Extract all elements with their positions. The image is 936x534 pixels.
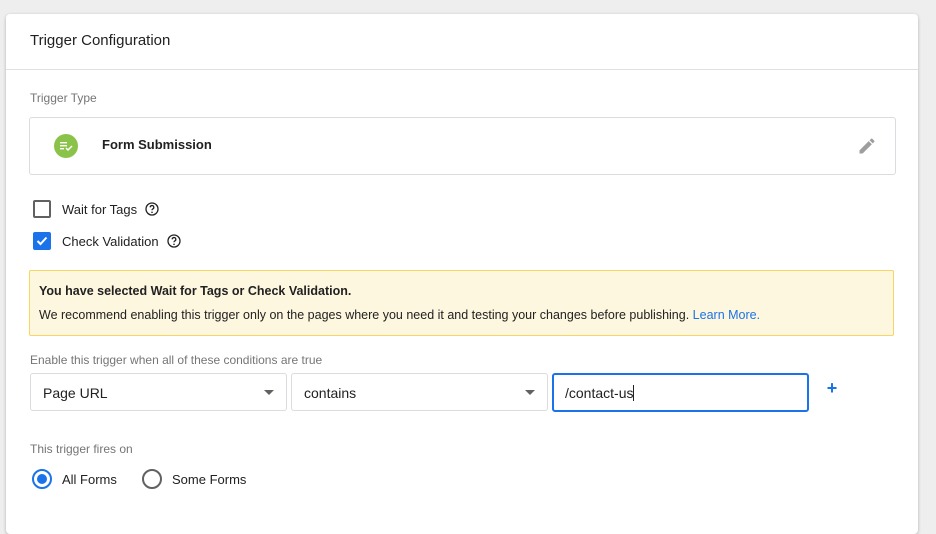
check-validation-checkbox[interactable] bbox=[33, 232, 51, 250]
page-title: Trigger Configuration bbox=[30, 32, 171, 49]
trigger-type-label: Trigger Type bbox=[30, 91, 97, 105]
variable-select-value: Page URL bbox=[43, 385, 108, 401]
operator-select[interactable]: contains bbox=[291, 373, 548, 411]
trigger-configuration-card: Trigger Configuration Trigger Type Form … bbox=[6, 14, 918, 534]
some-forms-label: Some Forms bbox=[172, 471, 247, 487]
wait-for-tags-option: Wait for Tags bbox=[33, 199, 159, 219]
form-submission-icon bbox=[54, 134, 78, 158]
trigger-type-selector[interactable]: Form Submission bbox=[29, 117, 896, 175]
help-icon[interactable] bbox=[166, 234, 181, 248]
all-forms-radio[interactable] bbox=[32, 469, 52, 489]
pencil-icon[interactable] bbox=[857, 136, 877, 156]
variable-select[interactable]: Page URL bbox=[30, 373, 287, 411]
wait-for-tags-label: Wait for Tags bbox=[62, 201, 138, 217]
warning-body: We recommend enabling this trigger only … bbox=[39, 308, 760, 322]
fires-on-label: This trigger fires on bbox=[30, 442, 133, 456]
condition-value-text: /contact-us bbox=[565, 385, 635, 401]
text-caret bbox=[633, 385, 635, 401]
chevron-down-icon bbox=[525, 390, 535, 395]
condition-value: /contact-us bbox=[565, 385, 634, 401]
chevron-down-icon bbox=[264, 390, 274, 395]
validation-warning: You have selected Wait for Tags or Check… bbox=[29, 270, 894, 336]
all-forms-label: All Forms bbox=[62, 471, 117, 487]
condition-value-input[interactable]: /contact-us bbox=[552, 373, 809, 412]
some-forms-radio[interactable] bbox=[142, 469, 162, 489]
wait-for-tags-checkbox[interactable] bbox=[33, 200, 51, 218]
check-validation-option: Check Validation bbox=[33, 231, 181, 251]
learn-more-link[interactable]: Learn More. bbox=[693, 308, 760, 322]
warning-title: You have selected Wait for Tags or Check… bbox=[39, 284, 352, 298]
help-icon[interactable] bbox=[145, 202, 159, 216]
warning-text: We recommend enabling this trigger only … bbox=[39, 308, 690, 322]
trigger-type-name: Form Submission bbox=[102, 137, 212, 152]
add-condition-button[interactable]: + bbox=[824, 378, 840, 399]
check-validation-label: Check Validation bbox=[62, 233, 159, 249]
some-forms-option: Some Forms bbox=[142, 469, 246, 489]
operator-select-value: contains bbox=[304, 385, 357, 401]
all-forms-option: All Forms bbox=[32, 469, 117, 489]
conditions-label: Enable this trigger when all of these co… bbox=[30, 353, 323, 367]
card-header: Trigger Configuration bbox=[6, 14, 918, 70]
